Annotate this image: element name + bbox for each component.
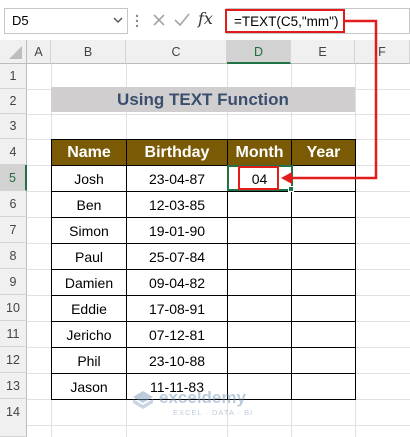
watermark-brand: exceldemy	[159, 388, 246, 407]
exceldemy-watermark: exceldemy EXCEL · DATA · BI	[131, 386, 281, 420]
watermark-tagline: EXCEL · DATA · BI	[173, 408, 254, 417]
exceldemy-logo-icon	[133, 391, 153, 409]
annotation-arrow	[281, 19, 378, 184]
